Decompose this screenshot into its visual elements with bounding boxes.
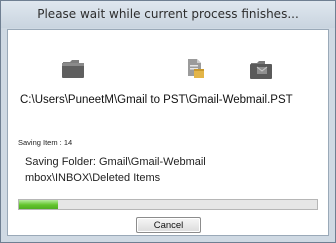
title-bar[interactable]: Please wait while current process finish…	[1, 1, 335, 28]
saving-folder-line2: mbox\INBOX\Deleted Items	[25, 172, 161, 184]
cancel-button[interactable]: Cancel	[136, 217, 201, 233]
saving-item-count: Saving Item : 14	[18, 138, 73, 147]
document-icon	[188, 59, 204, 78]
saving-folder-line1: Saving Folder: Gmail\Gmail-Webmail	[25, 156, 206, 168]
folder-icon	[62, 60, 84, 78]
dialog-title: Please wait while current process finish…	[37, 7, 299, 21]
progress-bar-fill	[19, 200, 58, 209]
progress-bar	[18, 199, 318, 210]
progress-dialog: Please wait while current process finish…	[0, 0, 336, 243]
dialog-content: C:\Users\PuneetM\Gmail to PST\Gmail-Webm…	[7, 29, 329, 236]
mailbox-folder-icon	[250, 61, 272, 79]
output-path: C:\Users\PuneetM\Gmail to PST\Gmail-Webm…	[20, 94, 293, 106]
saving-folder-status: Saving Folder: Gmail\Gmail-Webmail mbox\…	[25, 154, 321, 186]
